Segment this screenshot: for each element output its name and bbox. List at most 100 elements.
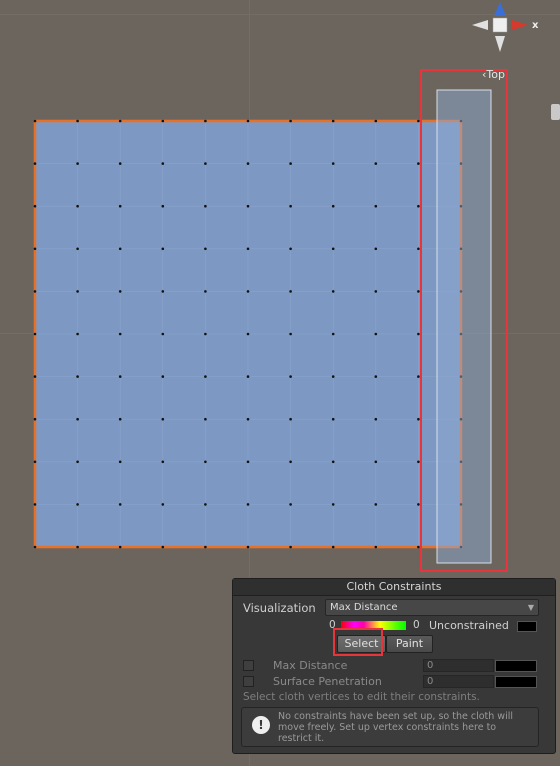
unconstrained-color-swatch[interactable] (517, 621, 537, 632)
max-distance-checkbox[interactable] (243, 660, 254, 671)
cloth-vertex[interactable] (204, 247, 207, 251)
cloth-vertex[interactable] (289, 503, 292, 506)
cloth-vertex[interactable] (33, 119, 37, 123)
cloth-vertex[interactable] (161, 460, 165, 464)
max-distance-field[interactable]: 0 (423, 659, 494, 672)
cloth-vertex[interactable] (289, 119, 292, 123)
cloth-vertex[interactable] (204, 119, 207, 123)
cloth-vertex[interactable] (331, 375, 335, 378)
cloth-vertex[interactable] (118, 247, 122, 251)
cloth-vertex[interactable] (204, 332, 207, 336)
cloth-vertex[interactable] (331, 290, 335, 293)
cloth-vertex[interactable] (76, 332, 79, 336)
cloth-vertex[interactable] (76, 460, 79, 464)
cloth-vertex[interactable] (76, 247, 79, 251)
cloth-vertex[interactable] (76, 545, 79, 549)
cloth-vertex[interactable] (246, 375, 250, 378)
cloth-vertex[interactable] (289, 247, 292, 251)
cloth-vertex[interactable] (417, 162, 420, 165)
cloth-vertex[interactable] (289, 332, 292, 336)
cloth-vertex[interactable] (289, 204, 292, 208)
cloth-vertex[interactable] (76, 204, 79, 208)
cloth-vertex[interactable] (289, 417, 292, 421)
cloth-vertex[interactable] (246, 204, 250, 208)
cloth-vertex[interactable] (161, 545, 165, 549)
cloth-vertex[interactable] (331, 332, 335, 336)
cloth-vertex[interactable] (33, 332, 37, 336)
gizmo-x-cone-icon[interactable] (512, 20, 528, 30)
cloth-vertex[interactable] (33, 247, 37, 251)
cloth-vertex[interactable] (246, 332, 250, 336)
cloth-vertex[interactable] (374, 119, 378, 123)
visualization-dropdown[interactable]: Max Distance ▼ (325, 599, 539, 616)
cloth-vertex[interactable] (417, 119, 420, 123)
cloth-vertex[interactable] (417, 332, 420, 336)
cloth-vertex[interactable] (331, 204, 335, 208)
cloth-vertex[interactable] (246, 460, 250, 464)
cloth-vertex[interactable] (374, 290, 378, 293)
cloth-vertex[interactable] (33, 460, 37, 464)
cloth-vertex[interactable] (417, 247, 420, 251)
cloth-vertex[interactable] (246, 290, 250, 293)
cloth-vertex[interactable] (204, 503, 207, 506)
cloth-vertex[interactable] (204, 204, 207, 208)
cloth-vertex[interactable] (289, 162, 292, 165)
cloth-vertex[interactable] (204, 290, 207, 293)
paint-button[interactable]: Paint (386, 635, 433, 653)
cloth-vertex[interactable] (331, 417, 335, 421)
gizmo-left-cone-icon[interactable] (472, 20, 488, 30)
cloth-vertex[interactable] (331, 247, 335, 251)
cloth-vertex[interactable] (289, 290, 292, 293)
cloth-vertex[interactable] (246, 119, 250, 123)
cloth-vertex[interactable] (76, 290, 79, 293)
cloth-vertex[interactable] (118, 162, 122, 165)
cloth-vertex[interactable] (289, 545, 292, 549)
cloth-vertex[interactable] (204, 162, 207, 165)
cloth-vertex[interactable] (374, 503, 378, 506)
cloth-vertex[interactable] (204, 375, 207, 378)
cloth-vertex[interactable] (374, 332, 378, 336)
cloth-vertex[interactable] (204, 460, 207, 464)
cloth-vertex[interactable] (289, 375, 292, 378)
gizmo-view-label[interactable]: ‹Top (482, 68, 505, 81)
cloth-vertex[interactable] (33, 290, 37, 293)
cloth-vertex[interactable] (118, 119, 122, 123)
cloth-vertex[interactable] (374, 247, 378, 251)
cloth-vertex[interactable] (161, 503, 165, 506)
cloth-vertex[interactable] (76, 417, 79, 421)
cloth-vertex[interactable] (289, 460, 292, 464)
cloth-vertex[interactable] (118, 290, 122, 293)
cloth-vertex[interactable] (374, 162, 378, 165)
cloth-vertex[interactable] (161, 417, 165, 421)
cloth-vertex[interactable] (331, 162, 335, 165)
cloth-vertex[interactable] (331, 503, 335, 506)
cloth-vertex[interactable] (161, 204, 165, 208)
cloth-vertex[interactable] (161, 332, 165, 336)
cloth-vertex[interactable] (417, 290, 420, 293)
cloth-vertex[interactable] (246, 545, 250, 549)
cloth-vertex[interactable] (161, 162, 165, 165)
cloth-vertex[interactable] (331, 545, 335, 549)
cloth-vertex[interactable] (161, 119, 165, 123)
cloth-vertex[interactable] (161, 247, 165, 251)
cloth-vertex[interactable] (33, 545, 37, 549)
cloth-vertex[interactable] (161, 375, 165, 378)
gizmo-center-cube-icon[interactable] (492, 17, 508, 33)
cloth-vertex[interactable] (204, 545, 207, 549)
surface-penetration-color-swatch[interactable] (495, 676, 537, 688)
cloth-vertex[interactable] (417, 375, 420, 378)
cloth-vertex[interactable] (33, 375, 37, 378)
surface-penetration-field[interactable]: 0 (423, 675, 494, 688)
cloth-vertex[interactable] (374, 545, 378, 549)
cloth-vertex[interactable] (417, 204, 420, 208)
cloth-vertex[interactable] (204, 417, 207, 421)
cloth-vertex[interactable] (33, 503, 37, 506)
collider-box[interactable] (436, 89, 492, 564)
cloth-vertex[interactable] (417, 545, 420, 549)
cloth-vertex[interactable] (417, 503, 420, 506)
cloth-vertex[interactable] (118, 545, 122, 549)
cloth-vertex[interactable] (246, 417, 250, 421)
cloth-vertex[interactable] (33, 162, 37, 165)
cloth-vertex[interactable] (374, 417, 378, 421)
cloth-vertex[interactable] (118, 332, 122, 336)
